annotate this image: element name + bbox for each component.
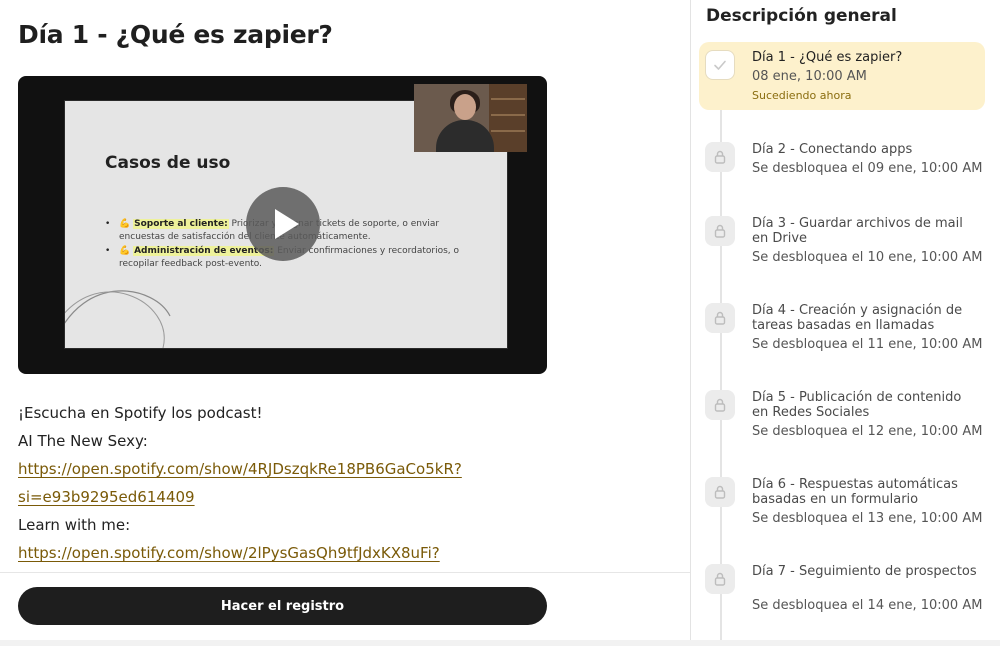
lock-icon	[705, 142, 735, 172]
spotify-link-continued[interactable]: si=e93b9295ed614409	[18, 483, 658, 511]
sidebar-item-day-4[interactable]: Día 4 - Creación y asignación de tareas …	[699, 301, 985, 359]
sidebar-item-title: Día 3 - Guardar archivos de mail en Driv…	[752, 216, 963, 246]
overview-sidebar: Descripción general Día 1 - ¿Qué es zapi…	[691, 0, 1000, 646]
lock-icon	[705, 390, 735, 420]
presenter-head	[454, 94, 476, 120]
sidebar-item-day-1[interactable]: Día 1 - ¿Qué es zapier? 08 ene, 10:00 AM…	[699, 42, 985, 110]
bottom-edge	[0, 640, 1000, 646]
lesson-description: ¡Escucha en Spotify los podcast! AI The …	[18, 399, 658, 567]
register-button[interactable]: Hacer el registro	[18, 587, 547, 625]
bookshelf	[489, 84, 527, 152]
status-badge: Sucediendo ahora	[752, 89, 852, 102]
check-icon	[705, 50, 735, 80]
sidebar-item-title: Día 5 - Publicación de contenido en Rede…	[752, 390, 962, 420]
sidebar-item-title: Día 6 - Respuestas automáticas basadas e…	[752, 477, 958, 507]
presenter-body	[436, 120, 494, 152]
play-button[interactable]	[246, 187, 320, 261]
sidebar-item-date: Se desbloquea el 11 ene, 10:00 AM	[752, 337, 983, 352]
sidebar-item-date: Se desbloquea el 14 ene, 10:00 AM	[752, 598, 983, 613]
sidebar-item-day-3[interactable]: Día 3 - Guardar archivos de mail en Driv…	[699, 214, 985, 272]
sidebar-item-title: Día 1 - ¿Qué es zapier?	[752, 50, 903, 65]
sidebar-item-date: Se desbloquea el 13 ene, 10:00 AM	[752, 511, 983, 526]
lesson-title: Día 1 - ¿Qué es zapier?	[18, 20, 333, 49]
spotify-link[interactable]: https://open.spotify.com/show/2lPysGasQh…	[18, 539, 658, 567]
sidebar-item-day-2[interactable]: Día 2 - Conectando apps Se desbloquea el…	[699, 140, 985, 184]
lock-icon	[705, 477, 735, 507]
sidebar-item-date: Se desbloquea el 12 ene, 10:00 AM	[752, 424, 983, 439]
lesson-panel: Día 1 - ¿Qué es zapier? Casos de uso 💪 S…	[0, 0, 690, 646]
webcam-overlay	[414, 84, 527, 152]
sidebar-item-date: 08 ene, 10:00 AM	[752, 69, 867, 84]
sidebar-item-date: Se desbloquea el 09 ene, 10:00 AM	[752, 161, 983, 176]
sidebar-item-day-7[interactable]: Día 7 - Seguimiento de prospectos Se des…	[699, 562, 985, 620]
description-text: ¡Escucha en Spotify los podcast!	[18, 404, 263, 422]
sidebar-item-date: Se desbloquea el 10 ene, 10:00 AM	[752, 250, 983, 265]
sidebar-item-title: Día 4 - Creación y asignación de tareas …	[752, 303, 963, 333]
sidebar-item-day-5[interactable]: Día 5 - Publicación de contenido en Rede…	[699, 388, 985, 446]
spotify-link[interactable]: https://open.spotify.com/show/4RJDszqkRe…	[18, 455, 658, 483]
sidebar-item-title: Día 7 - Seguimiento de prospectos	[752, 564, 977, 579]
description-text: AI The New Sexy:	[18, 432, 148, 450]
sidebar-item-title: Día 2 - Conectando apps	[752, 142, 913, 157]
lock-icon	[705, 303, 735, 333]
lock-icon	[705, 216, 735, 246]
sidebar-title: Descripción general	[706, 6, 897, 26]
lock-icon	[705, 564, 735, 594]
footer-divider	[0, 572, 690, 573]
description-text: Learn with me:	[18, 516, 131, 534]
video-player[interactable]: Casos de uso 💪 Soporte al cliente: Prior…	[18, 76, 547, 374]
sidebar-item-day-6[interactable]: Día 6 - Respuestas automáticas basadas e…	[699, 475, 985, 533]
